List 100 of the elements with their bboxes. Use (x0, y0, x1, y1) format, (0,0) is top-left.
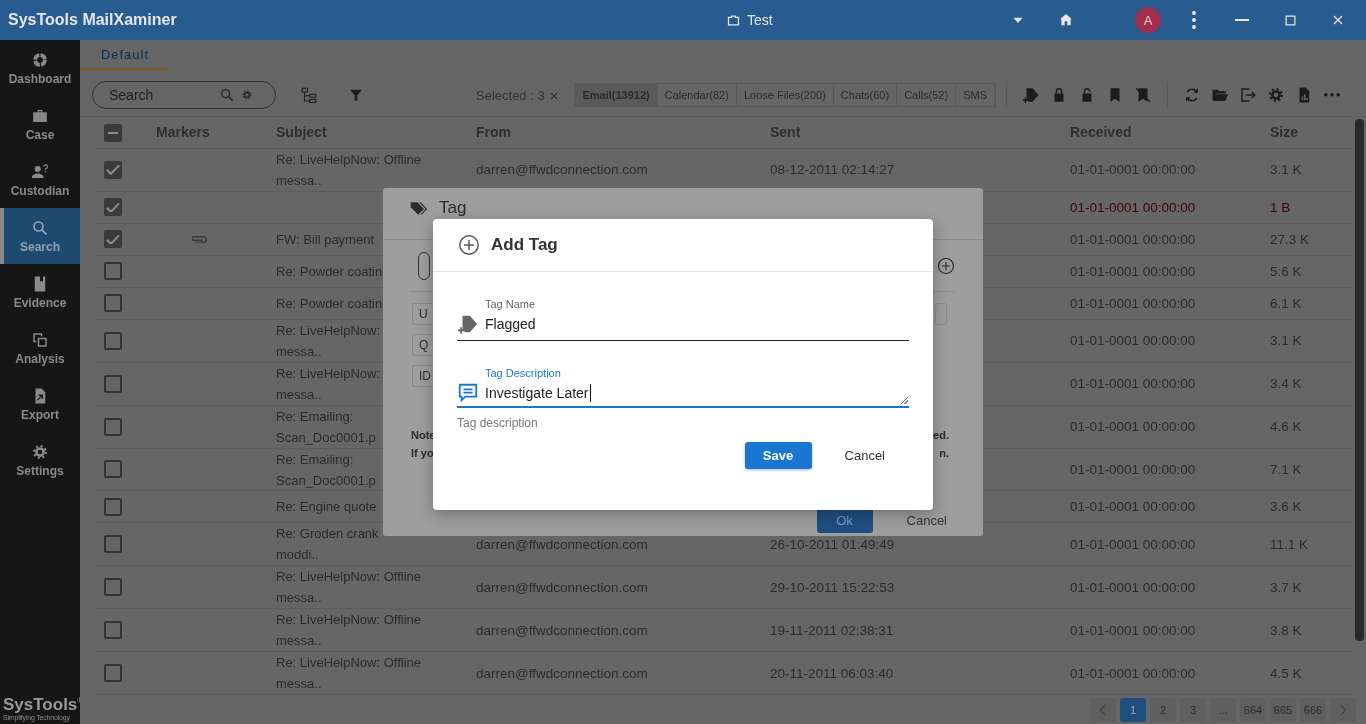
table-cell: 19-11-2011 02:38:31 (770, 609, 1070, 653)
table-cell: 01-01-0001 00:00:00 (1070, 566, 1270, 610)
page-button[interactable]: 1 (1120, 697, 1146, 722)
table-cell: 4.5 K (1270, 652, 1352, 695)
previous-page-button[interactable] (1090, 697, 1116, 722)
table-cell: darren@ffwdconnection.com (476, 609, 770, 653)
overlap-squares-icon (31, 330, 49, 349)
checkbox[interactable] (104, 160, 122, 179)
sidebar-item[interactable]: Evidence (0, 264, 80, 320)
table-cell: darren@ffwdconnection.com (476, 652, 770, 695)
column-header[interactable]: Subject (276, 117, 476, 149)
table-cell: 01-01-0001 00:00:00 (1070, 223, 1270, 256)
sidebar-item[interactable]: Search (0, 208, 80, 264)
sidebar-item[interactable]: Custodian (0, 152, 80, 208)
checkbox[interactable] (104, 230, 122, 249)
tree-view-button[interactable] (300, 86, 318, 104)
table-cell: 01-01-0001 00:00:00 (1070, 362, 1270, 406)
checkbox[interactable] (104, 497, 122, 516)
note-text: ed. (933, 428, 949, 443)
tab[interactable]: Default (80, 40, 170, 70)
table-cell: 01-01-0001 00:00:00 (1070, 652, 1270, 695)
column-header[interactable]: Sent (770, 117, 1070, 149)
check-icon (106, 234, 120, 245)
table-cell: 01-01-0001 00:00:00 (1070, 319, 1270, 363)
next-page-button[interactable] (1330, 697, 1356, 722)
settings-icon (1267, 86, 1285, 104)
table-cell: 01-01-0001 00:00:00 (1070, 448, 1270, 492)
tag-chip[interactable] (935, 303, 947, 325)
sidebar-item[interactable]: Export (0, 376, 80, 432)
column-header[interactable]: Size (1270, 117, 1352, 149)
checkbox[interactable] (104, 262, 122, 281)
table-cell: 01-01-0001 00:00:00 (1070, 523, 1270, 567)
note-text: n. (939, 446, 949, 461)
brand-logo: SysTools (3, 696, 78, 714)
category-tab[interactable]: SMS (956, 84, 995, 106)
column-header[interactable]: Received (1070, 117, 1270, 149)
table-cell: 4.6 K (1270, 405, 1352, 449)
plus-circle-icon[interactable] (937, 256, 955, 275)
sidebar-item[interactable]: Settings (0, 432, 80, 488)
column-header[interactable]: Markers (156, 117, 276, 149)
category-tab[interactable]: Calls(52) (897, 84, 957, 106)
category-tab[interactable]: Loose Files(200) (736, 84, 834, 106)
checkbox[interactable] (104, 460, 122, 479)
table-cell: 01-01-0001 00:00:00 (1070, 287, 1270, 320)
paperclip-icon (192, 234, 208, 244)
filter-button[interactable] (348, 87, 364, 103)
case-name: Test (747, 12, 773, 28)
export-icon (1239, 86, 1257, 104)
table-cell: 3.8 K (1270, 609, 1352, 653)
category-tab[interactable]: Chats(60) (833, 84, 898, 106)
sidebar-item[interactable]: Dashboard (0, 40, 80, 96)
table-cell: 3.4 K (1270, 362, 1352, 406)
check-icon (106, 165, 120, 175)
checkbox[interactable] (104, 578, 122, 597)
text-field[interactable]: Tag Name Flagged (457, 272, 909, 341)
refresh-icon (1183, 86, 1201, 104)
scrollbar[interactable] (1354, 119, 1364, 641)
clear-selection-button[interactable]: × (549, 86, 559, 104)
more-icon (1324, 93, 1340, 97)
table-cell: 3.7 K (1270, 566, 1352, 610)
checkbox[interactable] (104, 198, 122, 217)
table-cell: 5.6 K (1270, 255, 1352, 288)
table-cell: 01-01-0001 00:00:00 (1070, 609, 1270, 653)
column-header[interactable]: From (476, 117, 770, 149)
filter-icon (348, 87, 364, 103)
text-field[interactable]: Tag Description Investigate Later (457, 341, 909, 408)
sidebar-item[interactable]: Case (0, 96, 80, 152)
category-tab[interactable]: Calendar(82) (657, 84, 737, 106)
table-cell: Re: LiveHelpNow: Offline messa.. (276, 652, 476, 695)
table-cell: 01-01-0001 00:00:00 (1070, 491, 1270, 524)
kebab-icon (1192, 11, 1196, 29)
checkbox[interactable] (104, 294, 122, 313)
checkbox[interactable] (104, 123, 122, 142)
note-text: If yo (411, 446, 435, 461)
cancel-button[interactable]: Cancel (844, 442, 885, 469)
search-input[interactable]: Search (109, 87, 219, 103)
page-button[interactable]: ... (1210, 697, 1236, 722)
field-label: Tag Description (485, 367, 562, 380)
tag-plus-icon (1022, 86, 1040, 104)
checkbox[interactable] (104, 664, 122, 683)
checkbox[interactable] (104, 417, 122, 436)
comment-icon (457, 382, 479, 404)
table-cell: 01-01-0001 00:00:00 (1070, 191, 1270, 224)
table-cell: 01-01-0001 00:00:00 (1070, 405, 1270, 449)
user-avatar[interactable]: A (1135, 7, 1161, 33)
checkbox[interactable] (104, 535, 122, 554)
checkbox[interactable] (104, 621, 122, 640)
table-cell: 3.6 K (1270, 491, 1352, 524)
checkbox[interactable] (104, 331, 122, 350)
minimize-icon (1235, 19, 1249, 21)
dialog-title: Tag (439, 199, 467, 217)
checkbox[interactable] (104, 374, 122, 393)
home-icon (1058, 12, 1074, 28)
save-button[interactable]: Save (744, 442, 812, 469)
field-value: Investigate Later (485, 384, 591, 402)
resize-handle-icon[interactable] (901, 397, 908, 404)
table-cell: Re: LiveHelpNow: Offline messa.. (276, 566, 476, 610)
tag-plus-icon (457, 313, 479, 335)
sidebar-item[interactable]: Analysis (0, 320, 80, 376)
check-icon (106, 202, 120, 213)
